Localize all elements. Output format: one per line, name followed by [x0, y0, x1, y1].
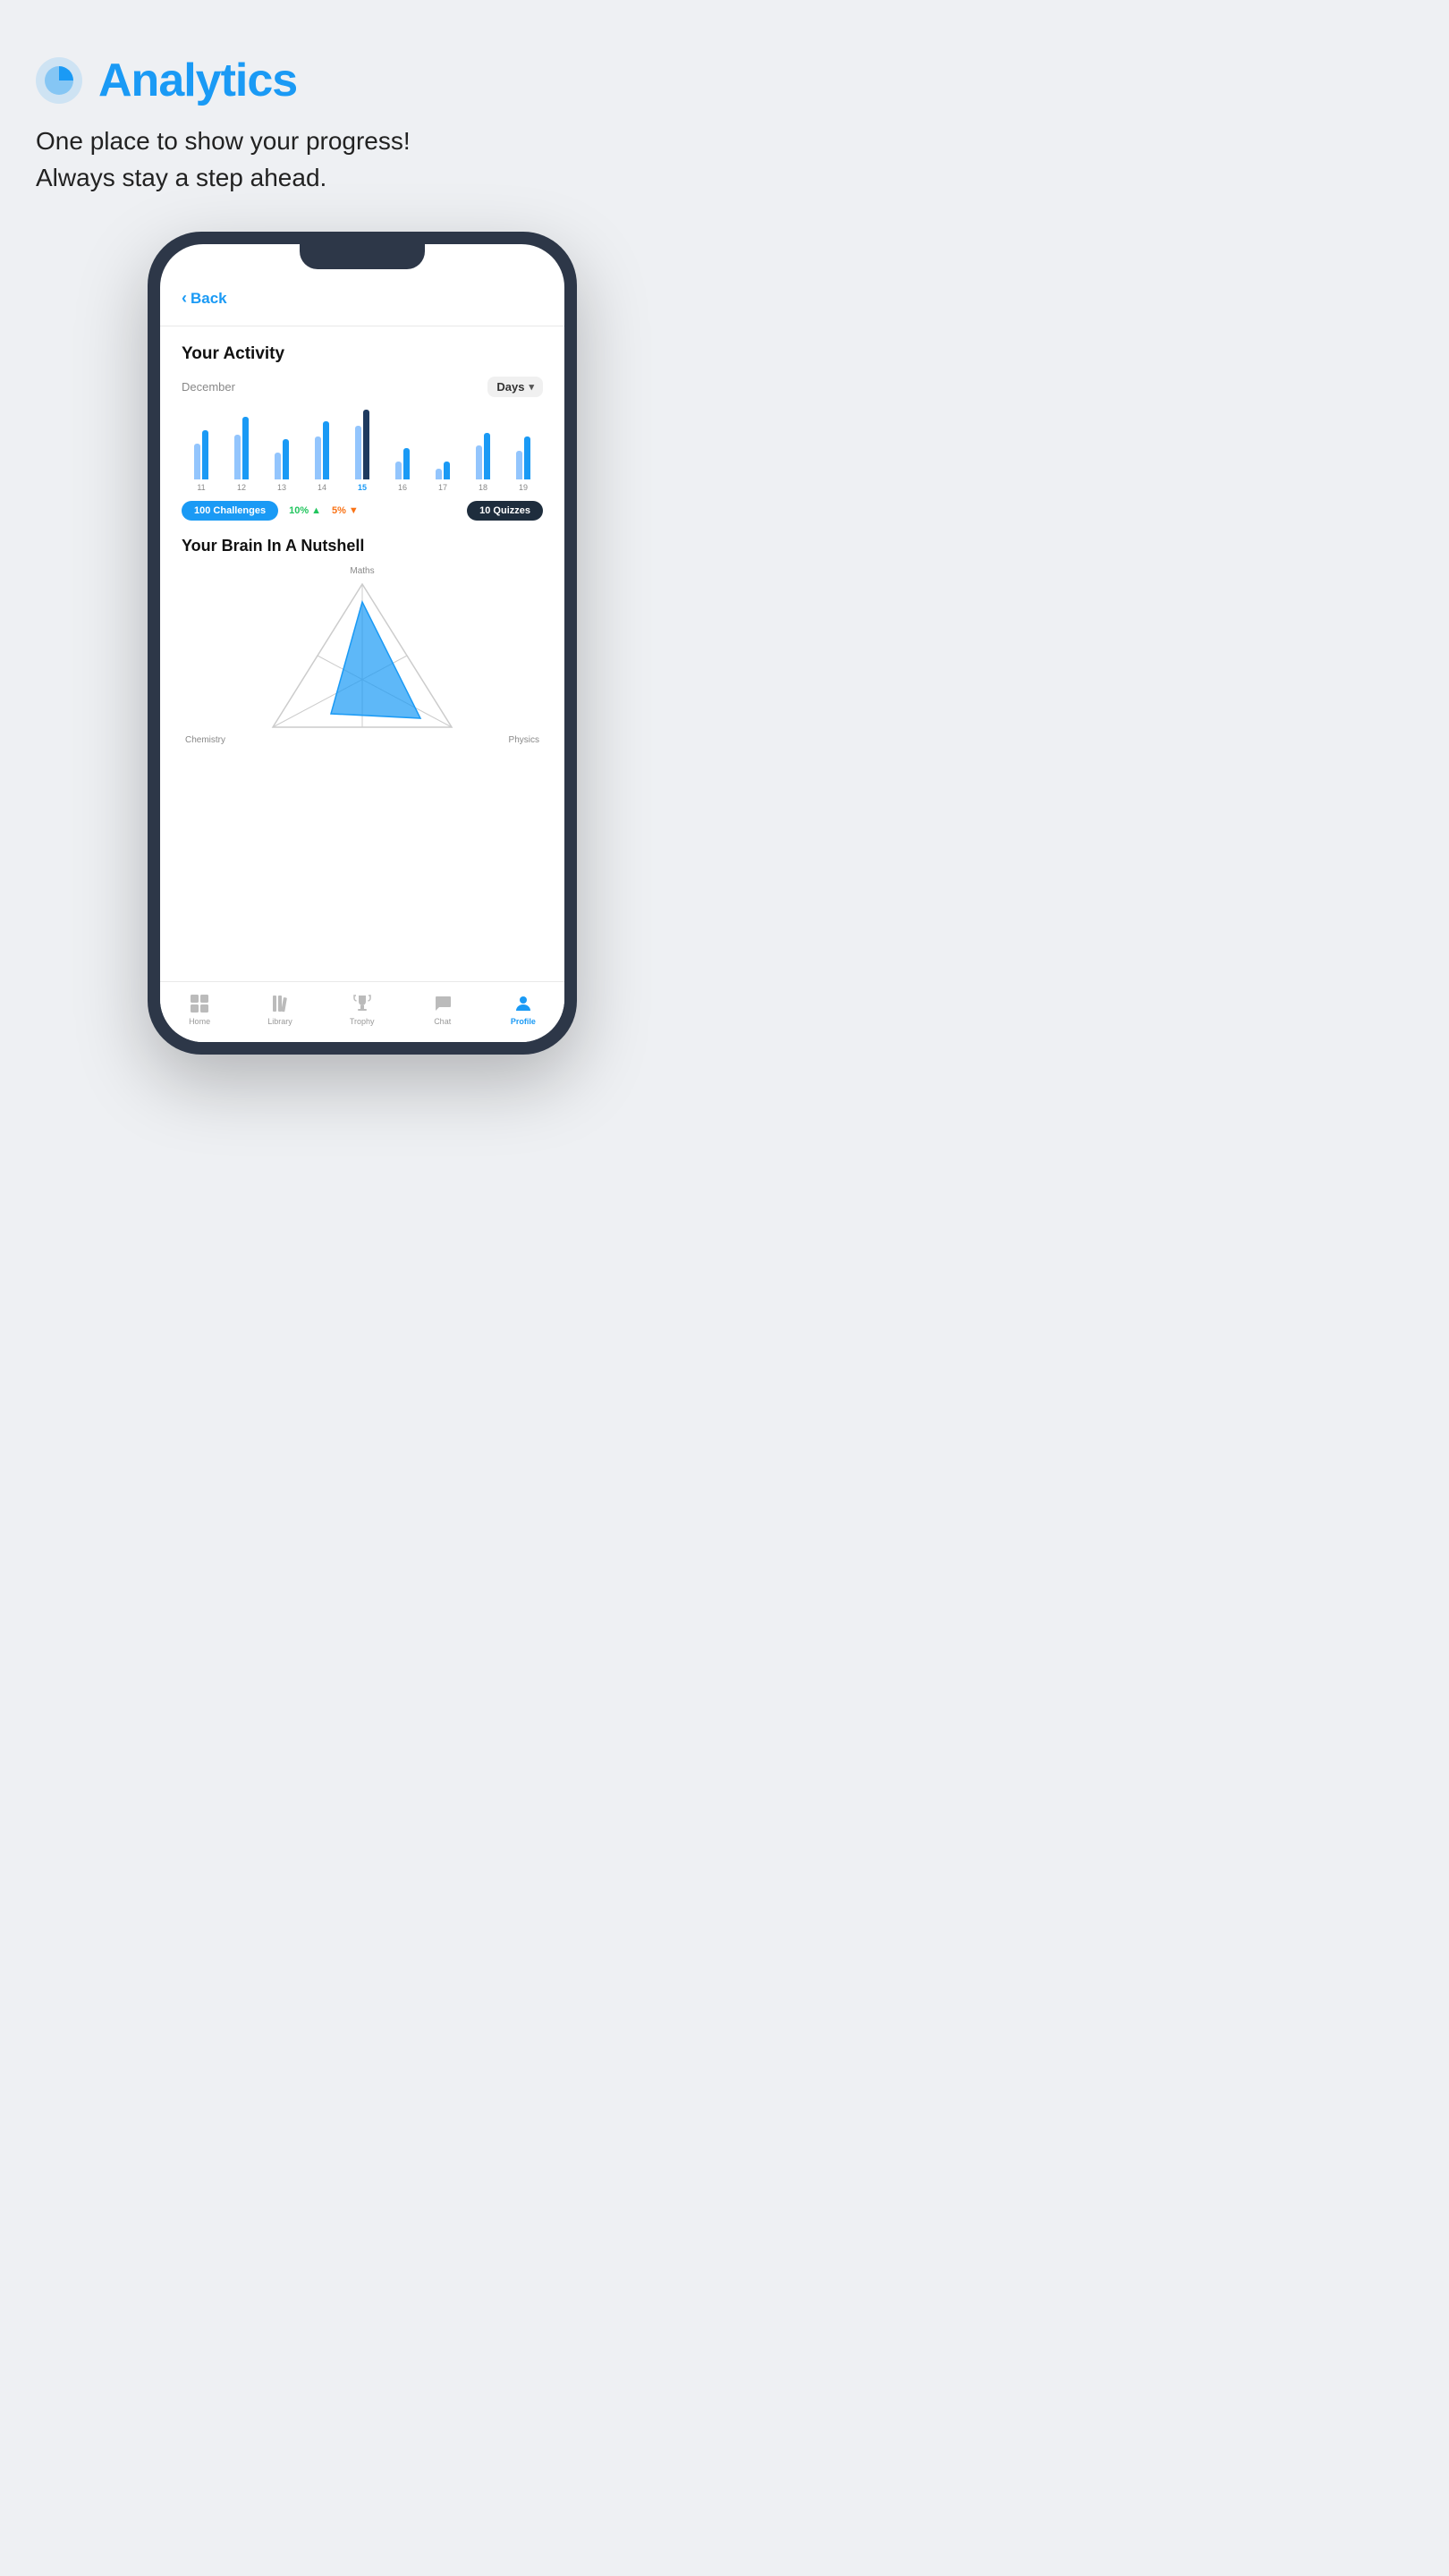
bar-group-11: 11 — [185, 408, 217, 492]
bar-group-19: 19 — [507, 408, 539, 492]
activity-header: December Days ▾ — [182, 377, 543, 397]
profile-icon — [513, 993, 534, 1014]
bar — [524, 436, 530, 479]
library-icon — [269, 993, 291, 1014]
radar-svg — [264, 575, 461, 736]
bar — [444, 462, 450, 479]
nav-item-home[interactable]: Home — [189, 993, 210, 1026]
quizzes-badge: 10 Quizzes — [467, 501, 543, 521]
bar — [395, 462, 402, 479]
bar-label-active: 15 — [358, 483, 367, 492]
bar-label: 11 — [197, 483, 205, 492]
bar — [283, 439, 289, 479]
stats-row: 100 Challenges 10% ▲ 5% ▼ 10 Quizzes — [182, 501, 543, 521]
analytics-pie-icon — [36, 57, 82, 104]
chevron-down-icon: ▾ — [529, 381, 534, 393]
bar — [363, 410, 369, 479]
phone-mockup: ‹ Back Your Activity December Days ▾ — [36, 232, 689, 1055]
percent-down: 5% ▼ — [332, 505, 359, 516]
challenges-badge: 100 Challenges — [182, 501, 278, 521]
bar-label: 16 — [398, 483, 407, 492]
phone-screen: ‹ Back Your Activity December Days ▾ — [160, 244, 564, 1042]
bar-label: 14 — [318, 483, 326, 492]
bar — [403, 448, 410, 479]
nav-item-library[interactable]: Library — [267, 993, 292, 1026]
days-selector[interactable]: Days ▾ — [487, 377, 543, 397]
nav-label-trophy: Trophy — [350, 1017, 375, 1026]
bar — [275, 453, 281, 479]
bar-group-12: 12 — [225, 408, 258, 492]
month-label: December — [182, 380, 235, 394]
nav-label-library: Library — [267, 1017, 292, 1026]
header: Analytics — [36, 54, 689, 107]
bar — [194, 444, 200, 479]
label-chemistry: Chemistry — [185, 735, 225, 745]
screen-content: ‹ Back Your Activity December Days ▾ — [160, 244, 564, 981]
bar-label: 19 — [519, 483, 528, 492]
bar-group-14: 14 — [306, 408, 338, 492]
bar — [323, 421, 329, 479]
bar — [202, 430, 208, 479]
nav-item-chat[interactable]: Chat — [432, 993, 453, 1026]
bottom-nav: Home Library — [160, 981, 564, 1042]
bar-label: 17 — [438, 483, 447, 492]
bar — [516, 451, 522, 479]
phone-notch — [300, 244, 425, 269]
label-maths: Maths — [350, 566, 374, 576]
bar-label: 18 — [479, 483, 487, 492]
triangle-chart: Maths Chemistry Physics — [174, 566, 550, 745]
bar — [355, 426, 361, 479]
bar — [242, 417, 249, 479]
back-label: Back — [191, 290, 227, 308]
label-physics: Physics — [509, 735, 539, 745]
nav-label-profile: Profile — [511, 1017, 536, 1026]
activity-title: Your Activity — [182, 344, 543, 364]
bar — [484, 433, 490, 479]
bar-group-17: 17 — [427, 408, 459, 492]
back-chevron-icon: ‹ — [182, 289, 187, 308]
bar-group-13: 13 — [266, 408, 298, 492]
bar-label: 12 — [237, 483, 246, 492]
nav-label-home: Home — [189, 1017, 210, 1026]
phone-outer: ‹ Back Your Activity December Days ▾ — [148, 232, 577, 1055]
bar — [436, 469, 442, 479]
bar — [234, 435, 241, 479]
bar — [315, 436, 321, 479]
chat-icon — [432, 993, 453, 1014]
nav-label-chat: Chat — [434, 1017, 451, 1026]
page-wrapper: Analytics One place to show your progres… — [0, 0, 724, 1288]
bar — [476, 445, 482, 479]
home-icon — [189, 993, 210, 1014]
arrow-down-icon: ▼ — [349, 505, 359, 516]
nav-item-profile[interactable]: Profile — [511, 993, 536, 1026]
arrow-up-icon: ▲ — [311, 505, 321, 516]
nav-item-trophy[interactable]: Trophy — [350, 993, 375, 1026]
bar-group-15: 15 — [346, 408, 378, 492]
back-button[interactable]: ‹ Back — [182, 289, 543, 308]
bar-chart: 11 12 — [182, 411, 543, 492]
bar-group-18: 18 — [467, 408, 499, 492]
bar-group-16: 16 — [386, 408, 419, 492]
trophy-icon — [352, 993, 373, 1014]
page-title: Analytics — [98, 54, 297, 107]
brain-title: Your Brain In A Nutshell — [182, 537, 543, 555]
percent-up: 10% ▲ — [289, 505, 321, 516]
page-subtitle: One place to show your progress! Always … — [36, 123, 689, 196]
bar-label: 13 — [277, 483, 286, 492]
